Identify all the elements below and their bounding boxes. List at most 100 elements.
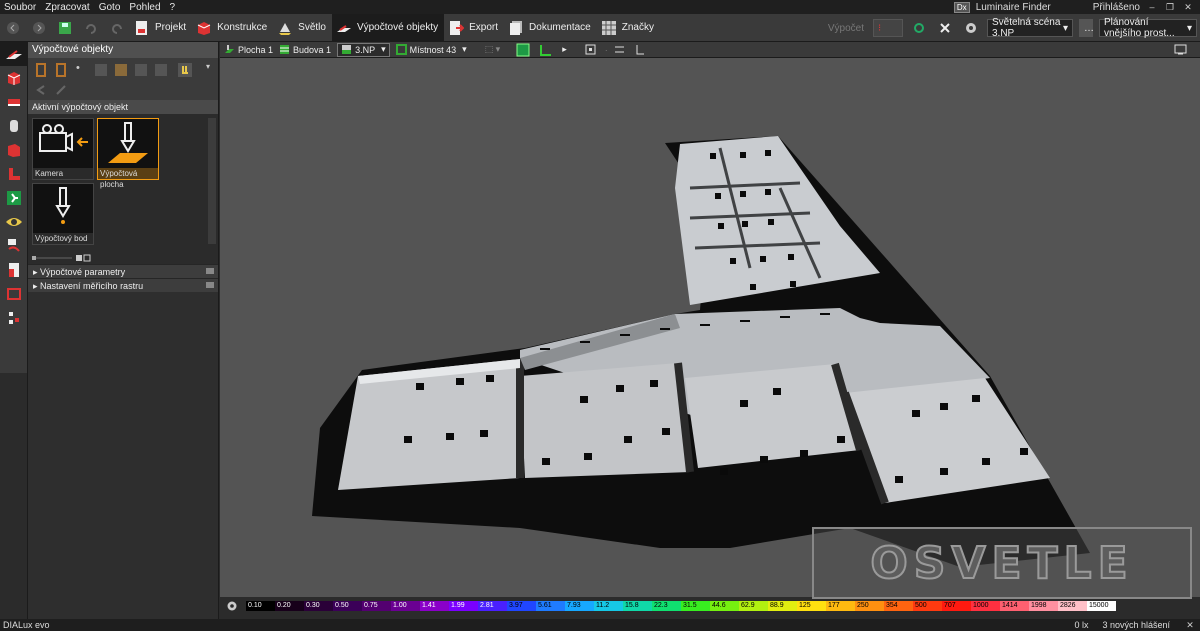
measure-button[interactable]	[614, 42, 628, 58]
menu-file[interactable]: Soubor	[4, 2, 36, 13]
dot-icon[interactable]: •	[76, 62, 90, 76]
tool-box[interactable]	[0, 66, 28, 90]
scale-cell: 22.3	[652, 601, 681, 611]
scale-cell: 11.2	[594, 601, 623, 611]
save-icon[interactable]	[56, 19, 74, 37]
status-close-icon[interactable]: ✕	[1184, 620, 1196, 630]
height-button[interactable]	[634, 42, 648, 58]
calc-surface-icon	[6, 50, 22, 59]
chevron-down-icon: ▾	[1186, 22, 1192, 34]
texture-icon[interactable]	[114, 63, 128, 77]
next-button[interactable]: ▸	[562, 42, 567, 58]
menu-view[interactable]: Pohled	[129, 2, 160, 13]
arrow-diagonal-icon[interactable]	[54, 83, 68, 97]
mode-calc-objects[interactable]: Výpočtové objekty	[331, 13, 445, 42]
pin-icon[interactable]	[206, 268, 214, 274]
mode-light[interactable]: Světlo	[273, 14, 332, 42]
dot-button[interactable]: ·	[605, 42, 608, 58]
mode-label: Značky	[621, 22, 654, 33]
tool-points[interactable]	[0, 306, 28, 330]
selection-dropdown[interactable]: ⬚ ▾	[485, 42, 501, 58]
tool-calc-surface[interactable]	[0, 42, 28, 66]
crumb-label: Místnost 43	[409, 44, 457, 55]
chevron-right-icon: ▸	[33, 281, 41, 291]
scale-cell: 1998	[1029, 601, 1058, 611]
pin-icon[interactable]	[206, 282, 214, 288]
cut-icon[interactable]	[154, 63, 168, 77]
table-icon[interactable]	[134, 63, 148, 77]
minimize-icon[interactable]: –	[1146, 2, 1158, 12]
door-icon[interactable]	[34, 63, 48, 77]
scale-cell: 1000	[971, 601, 1000, 611]
login-status[interactable]: Přihlášeno	[1093, 2, 1140, 13]
planning-select[interactable]: Plánování vnějšího prost... ▾	[1099, 17, 1197, 39]
tool-corner[interactable]	[0, 162, 28, 186]
tool-rect[interactable]	[0, 282, 28, 306]
mode-documentation[interactable]: Dokumentace	[504, 14, 597, 42]
card-camera[interactable]: Kamera	[32, 118, 94, 180]
crumb-building[interactable]: Budova 1	[279, 42, 331, 58]
tool-eye[interactable]	[0, 210, 28, 234]
crumb-site[interactable]: Plocha 1	[224, 42, 273, 58]
luminaire-finder-link[interactable]: Luminaire Finder	[976, 2, 1051, 13]
mode-marks[interactable]: Značky	[597, 14, 660, 42]
floor-icon	[342, 45, 352, 54]
card-calc-surface[interactable]: Výpočtová plocha	[97, 118, 159, 189]
light-scene-select[interactable]: Světelná scéna 3.NP ▾	[987, 17, 1073, 39]
arrow-left-icon[interactable]	[34, 83, 48, 97]
tool-room[interactable]	[0, 138, 28, 162]
redo-icon[interactable]	[108, 19, 126, 37]
cancel-icon[interactable]	[936, 19, 954, 37]
collapsible-calc-params[interactable]: ▸ Výpočtové parametry	[28, 264, 218, 278]
forward-icon[interactable]	[30, 19, 48, 37]
planning-value: Plánování vnějšího prost...	[1104, 17, 1175, 39]
tool-surface[interactable]	[0, 90, 28, 114]
menu-goto[interactable]: Goto	[99, 2, 121, 13]
restore-icon[interactable]: ❐	[1164, 2, 1176, 12]
mode-label: Světlo	[298, 22, 326, 33]
crumb-room[interactable]: Místnost 43 ▾	[395, 42, 467, 58]
tool-panel[interactable]	[0, 258, 28, 282]
calc-label: Výpočet	[827, 22, 864, 34]
mode-project[interactable]: Projekt	[130, 14, 192, 42]
tool-chart[interactable]	[0, 234, 28, 258]
room-icon	[8, 144, 20, 157]
zoom-slider[interactable]	[32, 254, 102, 262]
window-icon[interactable]	[54, 63, 68, 77]
calc-dropdown[interactable]: ⁝	[873, 19, 903, 37]
crumb-floor[interactable]: 3.NP ▾	[337, 42, 390, 57]
3d-viewport[interactable]	[220, 58, 1200, 597]
fit-button[interactable]	[585, 42, 599, 58]
refresh-icon[interactable]	[910, 19, 928, 37]
close-window-icon[interactable]: ✕	[1182, 2, 1194, 12]
menu-help[interactable]: ?	[170, 2, 176, 13]
mode-export[interactable]: Export	[444, 14, 504, 42]
tool-escape[interactable]	[0, 186, 28, 210]
display-button[interactable]	[1174, 42, 1190, 58]
room-small-icon	[395, 44, 407, 55]
camera-icon	[39, 124, 88, 152]
hand-icon[interactable]	[178, 63, 192, 77]
view-3d-button[interactable]	[516, 42, 533, 58]
chevron-down-icon[interactable]: ▾	[206, 62, 220, 76]
export-icon	[450, 20, 465, 35]
gallery-scrollbar[interactable]	[208, 118, 216, 244]
mode-construction[interactable]: Konstrukce	[192, 14, 273, 42]
view-plan-button[interactable]	[539, 42, 556, 58]
scene-more-button[interactable]: …	[1079, 19, 1094, 37]
grid-icon[interactable]	[94, 63, 108, 77]
monitor-icon	[1174, 44, 1187, 55]
rectangle-icon	[7, 288, 21, 300]
scale-cell: 88.9	[768, 601, 797, 611]
card-calc-point[interactable]: Výpočtový bod	[32, 183, 94, 245]
messages-status[interactable]: 3 nových hlášení	[1102, 620, 1170, 630]
dot-icon: ·	[604, 44, 608, 55]
scale-cell: 1414	[1000, 601, 1029, 611]
scale-settings-icon[interactable]	[220, 599, 244, 613]
back-icon[interactable]	[4, 19, 22, 37]
settings-gear-icon[interactable]	[962, 19, 980, 37]
tool-cylinder[interactable]	[0, 114, 28, 138]
undo-icon[interactable]	[82, 19, 100, 37]
collapsible-grid-settings[interactable]: ▸ Nastavení měřicího rastru	[28, 278, 218, 292]
menu-process[interactable]: Zpracovat	[45, 2, 89, 13]
